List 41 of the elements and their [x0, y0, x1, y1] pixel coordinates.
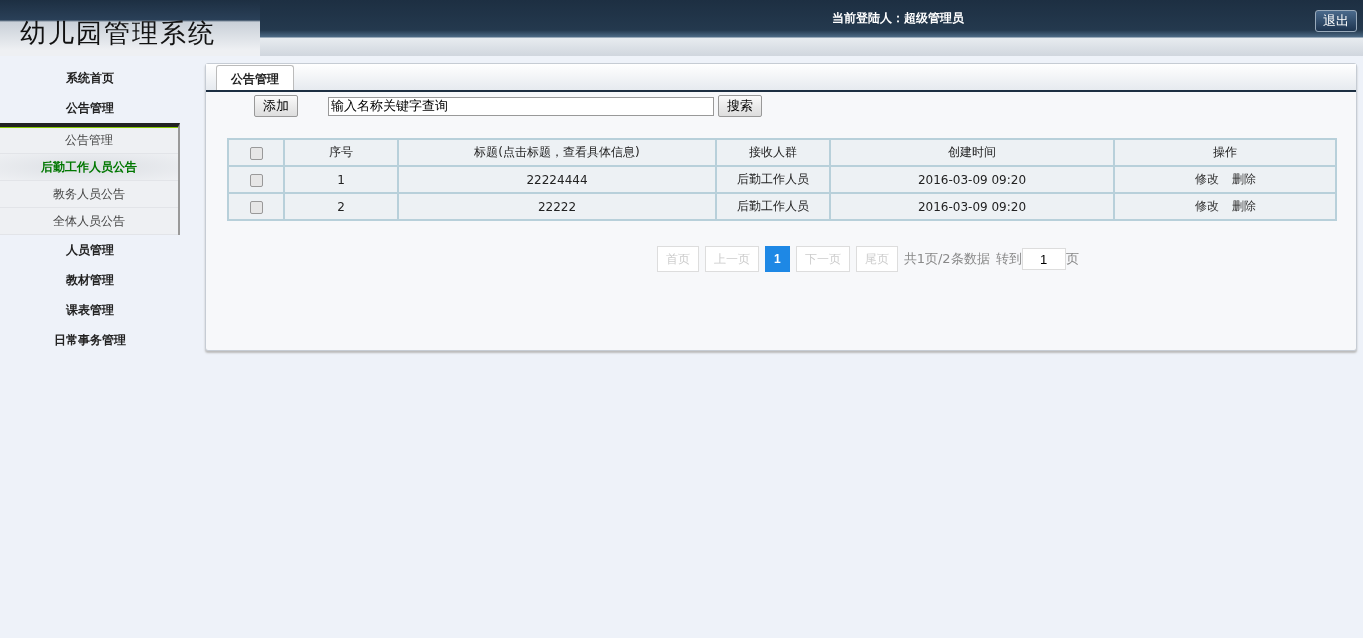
table-header-cell: 创建时间 [830, 139, 1114, 166]
tab[interactable]: 公告管理 [216, 65, 294, 90]
search-field[interactable]: 输入名称关键字查询 [328, 96, 714, 116]
table-cell: 后勤工作人员 [716, 193, 830, 220]
search-button[interactable]: 搜索 [718, 95, 762, 117]
add-button[interactable]: 添加 [254, 95, 298, 117]
submenu-item[interactable]: 后勤工作人员公告 [0, 154, 178, 181]
table-cell: 2016-03-09 09:20 [830, 166, 1114, 193]
checkbox[interactable] [249, 200, 263, 214]
table-cell: 22222 [398, 193, 716, 220]
sidebar-item[interactable]: 系统首页 [0, 63, 180, 93]
sidebar-item[interactable]: 日常事务管理 [0, 325, 180, 355]
page-input[interactable]: 1 [1021, 248, 1066, 270]
goto-label: 转到 [995, 250, 1022, 268]
table-cell: 后勤工作人员 [716, 166, 830, 193]
sidebar-item[interactable]: 人员管理 [0, 235, 180, 265]
logout-button[interactable]: 退出 [1315, 10, 1357, 32]
table-header-cell: 标题(点击标题，查看具体信息) [398, 139, 716, 166]
checkbox[interactable] [249, 146, 263, 160]
page-button[interactable]: 1 [765, 246, 790, 272]
table-cell: 2 [284, 193, 398, 220]
action-link[interactable]: 删除 [1231, 198, 1256, 215]
checkbox[interactable] [249, 173, 263, 187]
action-link[interactable]: 删除 [1231, 171, 1256, 188]
table-header-cell: 操作 [1114, 139, 1336, 166]
action-link[interactable]: 修改 [1194, 198, 1219, 215]
submenu-item[interactable]: 全体人员公告 [0, 208, 178, 235]
table-cell: 1 [284, 166, 398, 193]
sidebar-item[interactable]: 公告管理 [0, 93, 180, 123]
table-cell: 22224444 [398, 166, 716, 193]
sidebar-item[interactable]: 课表管理 [0, 295, 180, 325]
action-link[interactable]: 修改 [1194, 171, 1219, 188]
page-summary: 共1页/2条数据 [903, 250, 990, 268]
sidebar-item[interactable]: 教材管理 [0, 265, 180, 295]
table-cell: 2016-03-09 09:20 [830, 193, 1114, 220]
login-label: 当前登陆人： [832, 10, 904, 27]
table-header-cell: 序号 [284, 139, 398, 166]
page-unit: 页 [1065, 250, 1079, 268]
submenu-item[interactable]: 教务人员公告 [0, 181, 178, 208]
table-header-cell: 接收人群 [716, 139, 830, 166]
login-user: 超级管理员 [904, 10, 964, 27]
